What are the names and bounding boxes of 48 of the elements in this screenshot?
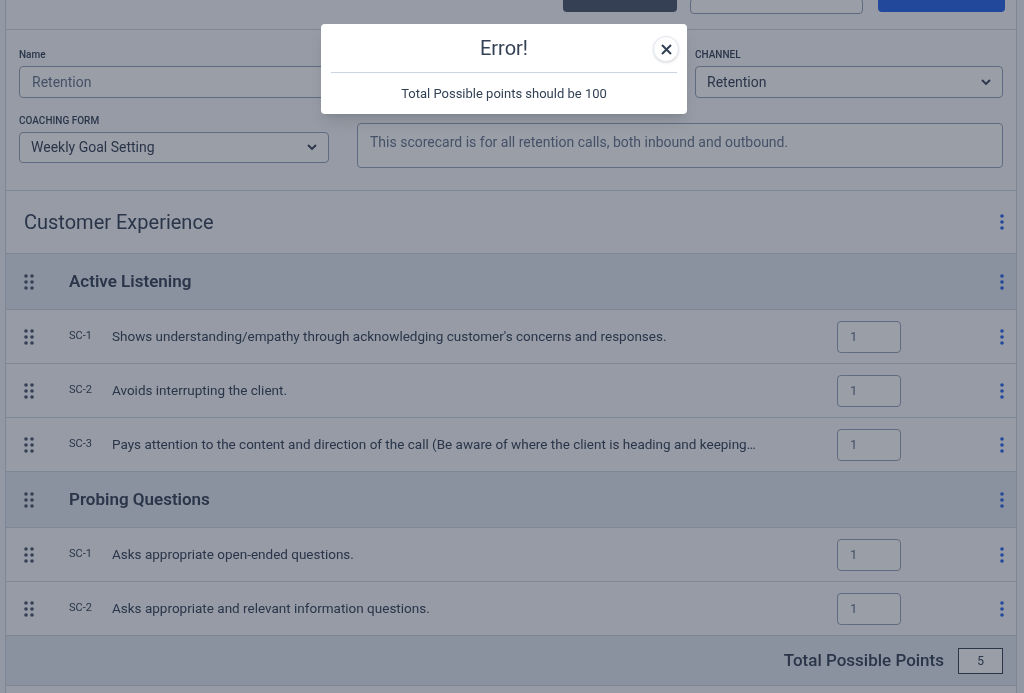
drag-handle-icon[interactable] xyxy=(24,382,34,399)
points-field[interactable]: 1 xyxy=(837,592,901,625)
group-title: Active Listening xyxy=(69,269,193,293)
drag-handle-icon[interactable] xyxy=(24,328,34,345)
more-icon[interactable] xyxy=(1000,328,1004,345)
drag-handle-icon[interactable] xyxy=(24,491,34,508)
more-icon[interactable] xyxy=(1000,214,1004,230)
filter-field[interactable] xyxy=(690,0,863,14)
drag-handle-icon[interactable] xyxy=(24,436,34,453)
more-icon[interactable] xyxy=(1000,491,1004,508)
more-icon[interactable] xyxy=(1000,382,1004,399)
description-field[interactable]: This scorecard is for all retention calls, both inbound and outbound. xyxy=(357,123,1003,168)
dialog-message: Total Possible points should be 100 xyxy=(401,84,607,103)
coaching-form-select[interactable]: Weekly Goal Setting xyxy=(19,132,329,163)
points-field[interactable]: 1 xyxy=(837,374,901,407)
more-icon[interactable] xyxy=(1000,436,1004,453)
total-value: 5 xyxy=(958,647,1003,674)
chevron-icon xyxy=(981,78,991,86)
dialog-title: Error! xyxy=(479,35,529,62)
item-text: Shows understanding/empathy through acknowledging customer's concerns and responses. xyxy=(112,327,668,347)
group-title: Probing Questions xyxy=(69,487,211,511)
item-text: Avoids interrupting the client. xyxy=(112,381,288,401)
more-icon[interactable] xyxy=(1000,546,1004,563)
close-button[interactable] xyxy=(653,36,679,62)
item-text: Pays attention to the content and direction of the call (Be aware of where the client is heading and keeping… xyxy=(112,435,757,455)
field-label: COACHING FORM xyxy=(19,114,100,128)
drag-handle-icon[interactable] xyxy=(24,273,34,290)
section-title: Customer Experience xyxy=(24,209,214,236)
points-field[interactable]: 1 xyxy=(837,320,901,353)
item-text: Asks appropriate open-ended questions. xyxy=(112,545,355,565)
more-icon[interactable] xyxy=(1000,600,1004,617)
total-label: Total Possible Points xyxy=(783,648,944,672)
field-label: CHANNEL xyxy=(695,48,741,62)
drag-handle-icon[interactable] xyxy=(24,546,34,563)
drag-handle-icon[interactable] xyxy=(24,600,34,617)
item-code: SC-2 xyxy=(69,600,93,617)
points-field[interactable]: 1 xyxy=(837,538,901,571)
close-icon xyxy=(660,43,672,55)
item-code: SC-3 xyxy=(69,436,93,453)
item-code: SC-2 xyxy=(69,382,93,399)
item-text: Asks appropriate and relevant information questions. xyxy=(112,599,431,619)
item-code: SC-1 xyxy=(69,328,93,345)
item-code: SC-1 xyxy=(69,546,93,563)
more-icon[interactable] xyxy=(1000,273,1004,290)
field-label: Name xyxy=(19,48,46,62)
channel-select[interactable]: Retention xyxy=(695,66,1003,98)
chevron-icon xyxy=(307,144,317,151)
points-field[interactable]: 1 xyxy=(837,428,901,461)
